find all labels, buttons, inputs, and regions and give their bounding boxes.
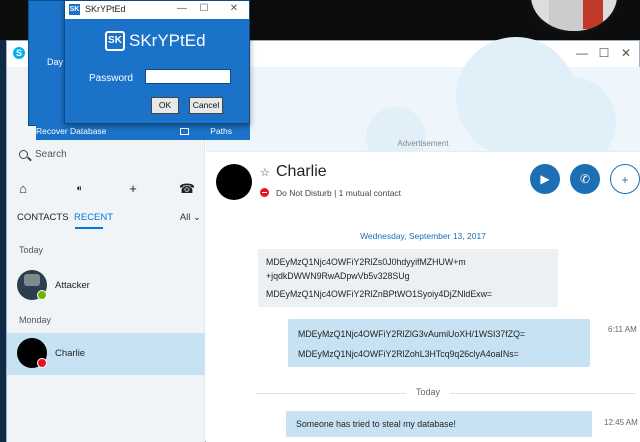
contact-item-attacker[interactable]: Attacker xyxy=(7,265,205,307)
dnd-status-icon xyxy=(260,188,269,197)
close-button[interactable]: ✕ xyxy=(227,3,241,14)
contact-title: Charlie xyxy=(276,163,327,180)
contacts-book-icon[interactable]: ⁌ xyxy=(69,179,89,199)
paths-label[interactable]: Paths xyxy=(210,126,232,136)
message-area: Wednesday, September 13, 2017 MDEyMzQ1Nj… xyxy=(206,209,640,442)
search-box[interactable]: Search xyxy=(19,147,199,165)
home-icon[interactable]: ⌂ xyxy=(13,179,33,199)
recover-bar: Recover Database Paths xyxy=(36,124,250,140)
maximize-button[interactable]: ☐ xyxy=(197,3,211,14)
advertisement-banner[interactable]: Advertisement xyxy=(206,37,640,167)
section-today: Today xyxy=(19,245,44,255)
dialog-titlebar: SK SKrYPtEd — ☐ ✕ xyxy=(65,1,249,19)
incoming-message[interactable]: MDEyMzQ1Njc4OWFiY2RlZs0J0hdyyifMZHUW+m +… xyxy=(258,249,558,307)
contact-avatar[interactable] xyxy=(216,164,252,200)
skrypted-dialog: SK SKrYPtEd — ☐ ✕ SK SKrYPtEd Password OK… xyxy=(64,0,250,124)
background-app-panel: Day xyxy=(28,0,68,126)
maximize-button[interactable]: ☐ xyxy=(595,45,613,61)
online-status-icon xyxy=(37,290,47,300)
outgoing-message[interactable]: MDEyMzQ1Njc4OWFiY2RlZlG3vAumiUoXH/1WSI37… xyxy=(288,319,590,367)
action-bar: ⌂ ⁌ + ☎ xyxy=(7,179,205,199)
ok-button[interactable]: OK xyxy=(151,97,179,114)
date-separator: Wednesday, September 13, 2017 xyxy=(360,231,486,241)
add-icon[interactable]: + xyxy=(123,179,143,199)
back-panel-label: Day xyxy=(47,57,64,67)
webcam-overlay xyxy=(528,0,620,34)
contact-name: Attacker xyxy=(55,280,90,291)
window-icon xyxy=(180,128,189,135)
today-label: Today xyxy=(406,387,451,397)
dialog-brand: SK SKrYPtEd xyxy=(105,31,206,51)
audio-call-button[interactable]: ✆ xyxy=(570,164,600,194)
close-button[interactable]: ✕ xyxy=(617,45,635,61)
contact-item-charlie[interactable]: Charlie xyxy=(7,333,205,375)
video-call-button[interactable]: ▶ xyxy=(530,164,560,194)
password-field[interactable] xyxy=(145,69,231,84)
password-label: Password xyxy=(89,73,133,84)
message-time: 6:11 AM xyxy=(608,325,637,334)
desktop: S — ☐ ✕ Search ⌂ ⁌ + ☎ CONTACTS RECENT A… xyxy=(0,0,640,442)
section-monday: Monday xyxy=(19,315,52,325)
search-icon xyxy=(19,150,28,159)
skype-app-icon: S xyxy=(13,47,25,59)
contact-status: Do Not Disturb | 1 mutual contact xyxy=(276,188,402,198)
conversation-header: ☆ Charlie Do Not Disturb | 1 mutual cont… xyxy=(206,151,640,209)
ad-label: Advertisement xyxy=(397,139,449,148)
active-tab-indicator xyxy=(75,227,103,229)
favorite-star-icon[interactable]: ☆ xyxy=(260,166,270,179)
add-people-button[interactable]: + xyxy=(610,164,640,194)
contact-name: Charlie xyxy=(55,348,86,359)
conversation-pane: Advertisement ☆ Charlie Do Not Disturb |… xyxy=(206,37,640,442)
recover-database-label[interactable]: Recover Database xyxy=(36,126,106,136)
dialog-title: SKrYPtEd xyxy=(85,4,126,14)
outgoing-message[interactable]: Someone has tried to steal my database! xyxy=(286,411,592,437)
minimize-button[interactable]: — xyxy=(175,3,189,14)
dnd-status-icon xyxy=(37,358,47,368)
cancel-button[interactable]: Cancel xyxy=(189,97,223,114)
filter-dropdown[interactable]: All ⌄ xyxy=(180,212,201,223)
sidebar-tabs: CONTACTS RECENT All ⌄ xyxy=(17,209,203,229)
tab-contacts[interactable]: CONTACTS xyxy=(17,212,69,223)
dialpad-icon[interactable]: ☎ xyxy=(177,179,197,199)
message-time: 12:45 AM xyxy=(604,418,638,427)
skrypted-logo-icon: SK xyxy=(105,31,125,51)
minimize-button[interactable]: — xyxy=(573,45,591,61)
skrypted-app-icon: SK xyxy=(69,4,80,15)
search-placeholder: Search xyxy=(35,149,67,160)
tab-recent[interactable]: RECENT xyxy=(74,212,113,223)
